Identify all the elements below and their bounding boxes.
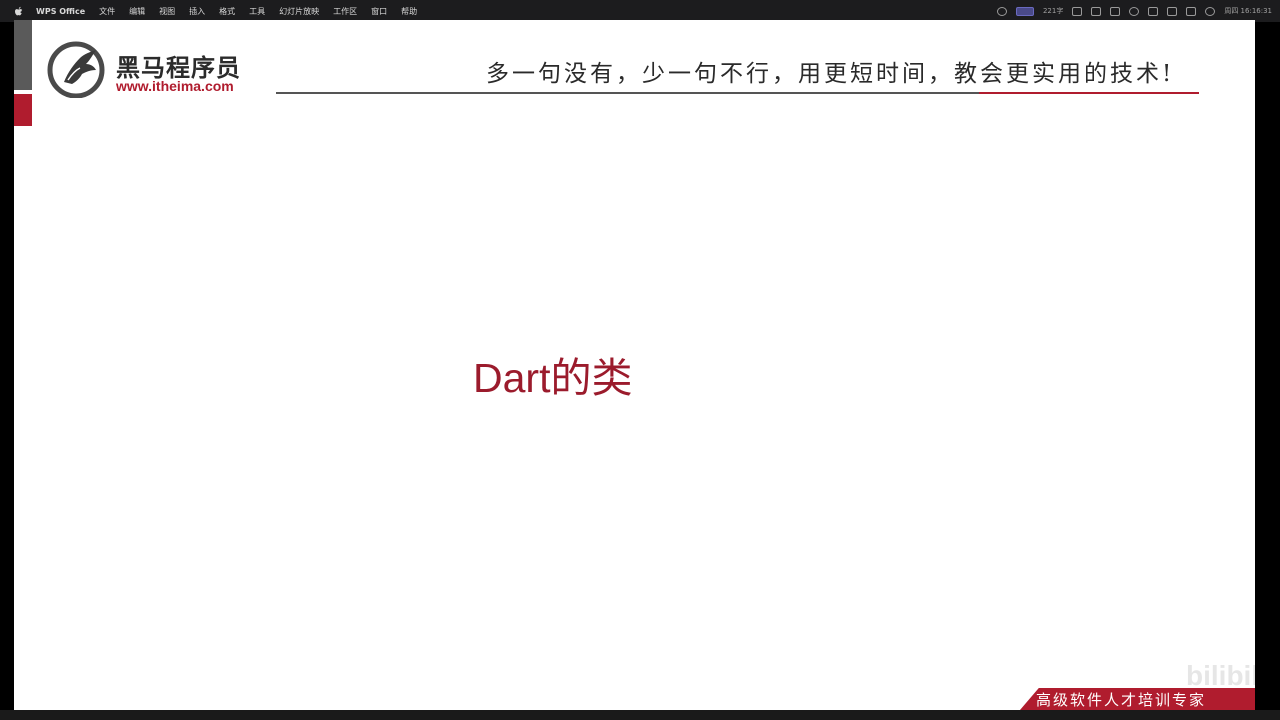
menu-format[interactable]: 格式 (219, 6, 235, 17)
header-divider-accent (979, 92, 1199, 94)
brand-url: www.itheima.com (116, 78, 234, 94)
itheima-logo-icon (47, 41, 105, 98)
wifi-icon[interactable] (1167, 6, 1178, 16)
slide-title: Dart的类 (473, 355, 633, 401)
battery-icon[interactable] (1186, 6, 1197, 16)
menu-window[interactable]: 窗口 (371, 6, 387, 17)
macos-menu-bar: WPS Office 文件 编辑 视图 插入 格式 工具 幻灯片放映 工作区 窗… (0, 0, 1280, 22)
menu-file[interactable]: 文件 (99, 6, 115, 17)
status-tray: 221字 周四 16:16:31 (996, 0, 1272, 22)
menu-tools[interactable]: 工具 (249, 6, 265, 17)
clock-icon[interactable] (1129, 6, 1140, 16)
screen-record-icon[interactable] (1015, 6, 1034, 16)
slide-canvas: 黑马程序员 www.itheima.com 多一句没有，少一句不行，用更短时间，… (14, 20, 1255, 710)
code-icon[interactable] (1148, 6, 1159, 16)
wechat-icon[interactable] (1091, 6, 1102, 16)
slogan: 多一句没有，少一句不行，用更短时间，教会更实用的技术! (486, 61, 1175, 87)
word-count: 221字 (1042, 7, 1064, 15)
menu-edit[interactable]: 编辑 (129, 6, 145, 17)
bilibili-watermark: bilibili (1186, 660, 1255, 691)
control-center-icon[interactable] (1205, 6, 1216, 16)
window-bottom-edge (0, 710, 1280, 720)
sidebar-accent-red (14, 94, 32, 126)
menu-slideshow[interactable]: 幻灯片放映 (279, 6, 319, 17)
menu-app-name[interactable]: WPS Office (36, 7, 85, 16)
menu-insert[interactable]: 插入 (189, 6, 205, 17)
header-divider (276, 92, 979, 94)
sidebar-accent-gray (14, 20, 32, 90)
menu-view[interactable]: 视图 (159, 6, 175, 17)
menu-workspace[interactable]: 工作区 (333, 6, 357, 17)
menu-clock[interactable]: 周四 16:16:31 (1224, 6, 1272, 16)
apple-icon[interactable] (12, 6, 26, 17)
footer-tagline: 高级软件人才培训专家 (1036, 691, 1207, 709)
keyboard-icon[interactable] (1072, 6, 1083, 16)
bluetooth-icon[interactable] (1110, 6, 1121, 16)
menu-help[interactable]: 帮助 (401, 6, 417, 17)
headphones-icon[interactable] (996, 6, 1007, 16)
